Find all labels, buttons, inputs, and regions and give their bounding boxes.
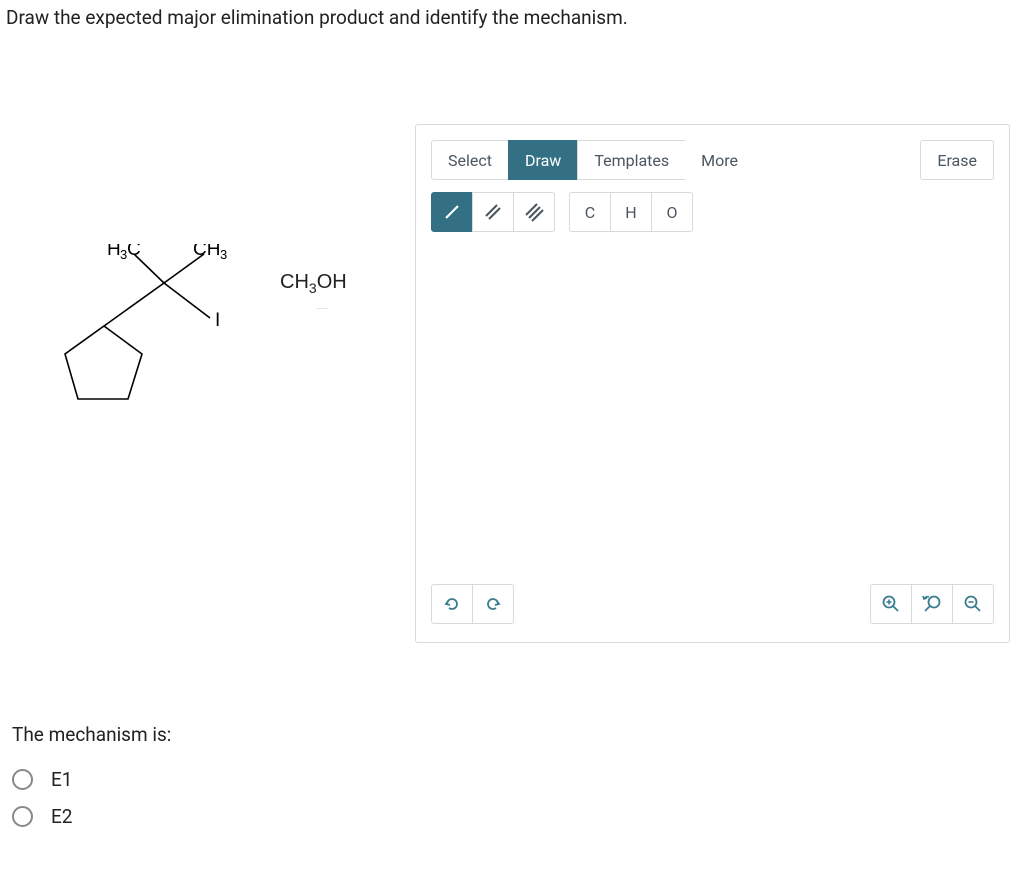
svg-text:I: I	[215, 310, 220, 331]
reactant-structure: H 3 C CH 3 I	[0, 244, 260, 424]
radio-e2-label[interactable]: E2	[51, 805, 72, 828]
triple-bond-icon	[524, 202, 544, 222]
redo-icon	[484, 595, 502, 613]
editor-toolbar: Select Draw Templates More Erase	[416, 125, 1009, 244]
zoom-reset-button[interactable]	[911, 584, 953, 624]
undo-icon	[443, 595, 461, 613]
radio-e2[interactable]	[12, 806, 33, 827]
question-text: Draw the expected major elimination prod…	[0, 0, 1024, 29]
tab-templates[interactable]: Templates	[577, 140, 686, 180]
undo-button[interactable]	[431, 584, 473, 624]
tab-draw[interactable]: Draw	[508, 140, 578, 180]
zoom-reset-icon	[921, 594, 943, 614]
svg-text:3: 3	[220, 247, 227, 262]
double-bond-icon	[483, 202, 503, 222]
tab-select[interactable]: Select	[431, 140, 509, 180]
single-bond-icon	[442, 202, 462, 222]
redo-button[interactable]	[472, 584, 514, 624]
radio-e1-label[interactable]: E1	[51, 768, 72, 791]
svg-text:C: C	[127, 244, 141, 260]
tab-erase[interactable]: Erase	[920, 140, 994, 180]
zoom-in-button[interactable]	[870, 584, 912, 624]
atom-h-tool[interactable]: H	[610, 192, 652, 232]
mechanism-question-label: The mechanism is:	[12, 723, 1024, 746]
drawing-canvas[interactable]	[416, 244, 1009, 584]
atom-tool-group: C H O	[569, 192, 693, 232]
radio-e1[interactable]	[12, 769, 33, 790]
bond-tool-group	[431, 192, 555, 232]
zoom-out-button[interactable]	[952, 584, 994, 624]
reagent-label: CH3OH	[280, 271, 347, 296]
single-bond-tool[interactable]	[431, 192, 473, 232]
tab-more[interactable]: More	[685, 140, 754, 180]
drawing-editor: Select Draw Templates More Erase	[415, 124, 1010, 643]
reaction-arrow-icon	[258, 308, 386, 309]
double-bond-tool[interactable]	[472, 192, 514, 232]
reactant-area: H 3 C CH 3 I CH3OH	[0, 29, 415, 444]
atom-o-tool[interactable]: O	[651, 192, 693, 232]
zoom-group	[870, 584, 994, 624]
svg-text:CH: CH	[193, 244, 220, 260]
atom-c-tool[interactable]: C	[569, 192, 611, 232]
svg-text:H: H	[107, 244, 121, 260]
zoom-in-icon	[881, 594, 901, 614]
zoom-out-icon	[963, 594, 983, 614]
triple-bond-tool[interactable]	[513, 192, 555, 232]
undo-redo-group	[431, 584, 514, 624]
